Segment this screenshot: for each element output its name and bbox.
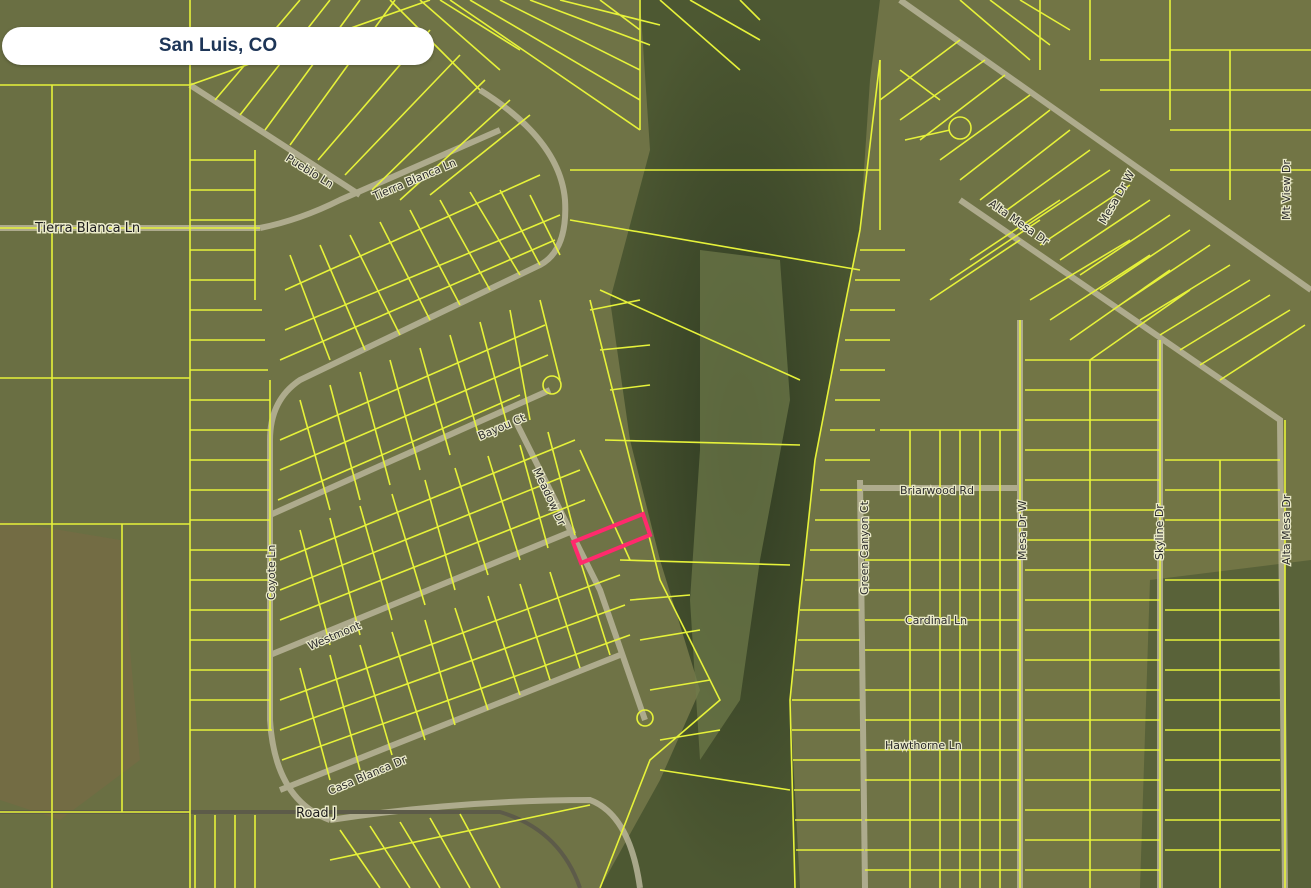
label-skyline-dr: Skyline Dr: [1153, 504, 1166, 560]
label-hawthorne-ln: Hawthorne Ln: [885, 739, 962, 752]
satellite-map[interactable]: Tierra Blanca Ln Tierra Blanca Ln Pueblo…: [0, 0, 1311, 888]
label-cardinal-ln: Cardinal Ln: [905, 614, 967, 627]
label-vista-dr: Mt View Dr: [1280, 160, 1293, 220]
map-view[interactable]: Tierra Blanca Ln Tierra Blanca Ln Pueblo…: [0, 0, 1311, 888]
label-coyote-ln: Coyote Ln: [265, 545, 278, 600]
label-briarwood-rd: Briarwood Rd: [900, 484, 974, 497]
label-green-canyon-ct: Green Canyon Ct: [858, 500, 871, 595]
label-alta-mesa-dr: Alta Mesa Dr: [1280, 494, 1293, 565]
location-title: San Luis, CO: [158, 35, 278, 56]
label-tierra-blanca-ln: Tierra Blanca Ln: [34, 221, 140, 236]
label-road-j: Road J: [296, 806, 337, 821]
location-title-pill: San Luis, CO: [2, 27, 434, 65]
terrain-soil-patch: [0, 520, 140, 820]
label-mesa-dr-w: Mesa Dr W: [1016, 500, 1029, 560]
